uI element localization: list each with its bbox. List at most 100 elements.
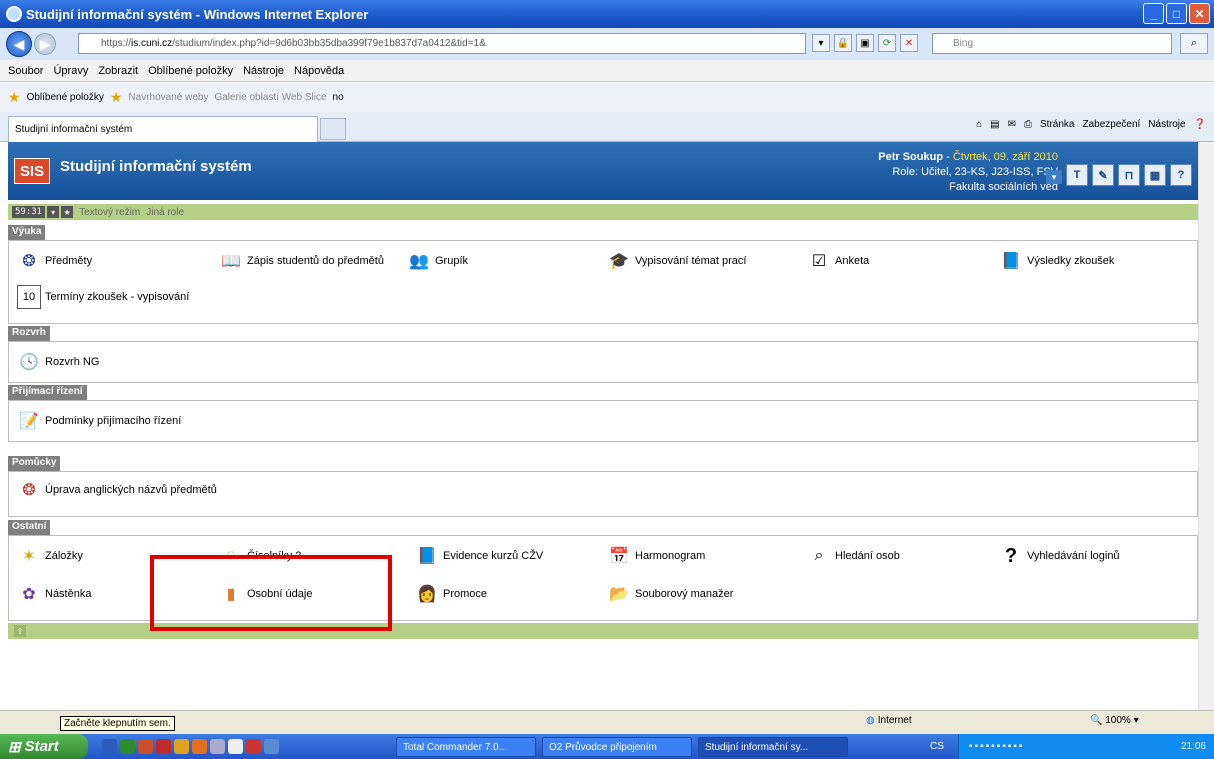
excel-icon[interactable] xyxy=(120,739,135,754)
other-role-link[interactable]: Jiná role xyxy=(146,207,184,218)
menu-view[interactable]: Zobrazit xyxy=(98,65,138,77)
collapse-icon[interactable]: ▾ xyxy=(47,206,60,218)
window-controls: _ □ ✕ xyxy=(1143,3,1210,24)
grid-icon[interactable]: ▦ xyxy=(1144,164,1166,186)
page-menu[interactable]: Stránka xyxy=(1040,119,1074,130)
link-harmonogram[interactable]: 📅 Harmonogram xyxy=(607,544,705,568)
url-field[interactable]: https://is.cuni.cz/studium/index.php?id=… xyxy=(78,33,806,54)
start-label: Start xyxy=(24,738,59,755)
user-info: Petr Soukup - Čtvrtek, 09. září 2010 Rol… xyxy=(868,150,1058,195)
task-total-commander[interactable]: Total Commander 7.0... xyxy=(396,737,536,757)
start-button[interactable]: ⊞ Start xyxy=(0,734,88,759)
link-zapis[interactable]: 📖 Zápis studentů do předmětů xyxy=(219,249,384,273)
link-vyhledavani-loginu[interactable]: ? Vyhledávání loginů xyxy=(999,544,1120,568)
task-o2[interactable]: O2 Průvodce připojením xyxy=(542,737,692,757)
link-vypisovani-temat[interactable]: 🎓 Vypisování témat prací xyxy=(607,249,746,273)
link-nastenka[interactable]: ✿ Nástěnka xyxy=(17,582,91,606)
zoom-control[interactable]: 🔍 100% ▾ xyxy=(1090,715,1139,726)
search-icon[interactable]: ⌕ xyxy=(1180,33,1208,54)
link-hledani-osob[interactable]: ⌕ Hledání osob xyxy=(807,544,900,568)
back-button[interactable]: ◀ xyxy=(6,31,32,57)
menu-tools[interactable]: Nástroje xyxy=(243,65,284,77)
link-anketa[interactable]: ☑ Anketa xyxy=(807,249,869,273)
help-icon[interactable]: ❓ xyxy=(1194,119,1206,130)
ie-quick-icon[interactable] xyxy=(264,739,279,754)
scroll-top-icon[interactable]: ⇧ xyxy=(14,625,26,637)
link-uprava-nazvu[interactable]: ❂ Úprava anglických názvů předmětů xyxy=(17,478,225,502)
firefox-icon[interactable] xyxy=(192,739,207,754)
link-grupik[interactable]: 👥 Grupík xyxy=(407,249,468,273)
link-rozvrh-ng[interactable]: 🕓 Rozvrh NG xyxy=(17,350,99,374)
link-souborovy-manazer[interactable]: 📂 Souborový manažer xyxy=(607,582,733,606)
tray-icons[interactable]: ▪▪▪▪▪▪▪▪▪▪ xyxy=(969,741,1024,752)
link-zalozky-label: Záložky xyxy=(45,550,83,562)
powerpoint-icon[interactable] xyxy=(138,739,153,754)
menu-help[interactable]: Nápověda xyxy=(294,65,344,77)
edit-icon[interactable]: ✎ xyxy=(1092,164,1114,186)
suggested-sites-link[interactable]: Navrhované weby xyxy=(128,92,208,103)
new-tab-button[interactable] xyxy=(320,118,346,140)
favorites-button[interactable]: Oblíbené položky xyxy=(27,92,104,103)
security-menu[interactable]: Zabezpečení xyxy=(1082,119,1140,130)
text-mode-icon[interactable]: T xyxy=(1066,164,1088,186)
window-titlebar: Studijní informační systém - Windows Int… xyxy=(0,0,1214,28)
link-podminky[interactable]: 📝 Podmínky přijímacího řízení xyxy=(17,409,181,433)
stop-icon[interactable]: ✕ xyxy=(900,34,918,52)
maximize-button[interactable]: □ xyxy=(1166,3,1187,24)
help-icon[interactable]: ? xyxy=(1170,164,1192,186)
dropdown-icon[interactable]: ▾ xyxy=(812,34,830,52)
zoom-label: 100% xyxy=(1105,715,1131,726)
compat-view-icon[interactable]: ▣ xyxy=(856,34,874,52)
section-prijimaci: 📝 Podmínky přijímacího řízení xyxy=(8,400,1198,442)
favorites-star-icon[interactable]: ★ xyxy=(8,89,21,106)
forward-button[interactable]: ▶ xyxy=(34,33,56,55)
link-vysledky-zkousek-label: Výsledky zkoušek xyxy=(1027,255,1115,267)
acrobat-icon[interactable] xyxy=(156,739,171,754)
link-nastenka-label: Nástěnka xyxy=(45,588,92,600)
mail-icon[interactable]: ✉ xyxy=(1008,119,1016,130)
menu-favorites[interactable]: Oblíbené položky xyxy=(148,65,233,77)
section-label-vyuka: Výuka xyxy=(8,225,46,240)
calc-icon[interactable] xyxy=(210,739,225,754)
vertical-scrollbar[interactable] xyxy=(1198,142,1214,710)
favorite-no-link[interactable]: no xyxy=(333,92,344,103)
refresh-icon[interactable]: ⟳ xyxy=(878,34,896,52)
word-icon[interactable] xyxy=(102,739,117,754)
user-role: Role: Učitel, 23-KS, J23-ISS, FSV xyxy=(892,166,1058,178)
text-mode-link[interactable]: Textový režim xyxy=(79,207,140,218)
star-burst-icon: ✶ xyxy=(22,548,36,565)
role-dropdown-icon[interactable]: ▾ xyxy=(1046,170,1062,184)
url-prefix: https:// xyxy=(101,38,132,49)
add-favorite-icon[interactable]: ★ xyxy=(110,89,123,106)
menu-edit[interactable]: Úpravy xyxy=(53,65,88,77)
link-promoce[interactable]: 👩 Promoce xyxy=(415,582,487,606)
feeds-icon[interactable]: ▤ xyxy=(990,119,999,130)
save-icon[interactable] xyxy=(228,739,243,754)
page-title: Studijní informační systém xyxy=(60,158,252,175)
print-icon[interactable]: ⎙ xyxy=(1024,119,1032,130)
link-zalozky[interactable]: ✶ Záložky xyxy=(17,544,83,568)
link-terminy-zkousek[interactable]: 10 Termíny zkoušek - vypisování xyxy=(17,285,189,309)
app-icon[interactable] xyxy=(174,739,189,754)
logout-lock-icon[interactable]: ⊓ xyxy=(1118,164,1140,186)
home-icon[interactable]: ⌂ xyxy=(976,119,982,130)
media-icon[interactable] xyxy=(246,739,261,754)
lock-icon[interactable]: 🔒 xyxy=(834,34,852,52)
sis-logo[interactable]: SIS xyxy=(14,158,50,184)
task-sis[interactable]: Studijní informační sy... xyxy=(698,737,848,757)
menu-file[interactable]: Soubor xyxy=(8,65,43,77)
session-timer: 59:31 xyxy=(12,206,46,218)
security-zone: ◍ Internet xyxy=(866,715,912,726)
language-indicator[interactable]: CS xyxy=(930,741,944,752)
search-input[interactable]: Bing xyxy=(932,33,1172,54)
web-slice-gallery-link[interactable]: Galerie oblastí Web Slice xyxy=(214,92,326,103)
link-evidence-kurzu[interactable]: 📘 Evidence kurzů CŽV xyxy=(415,544,543,568)
browser-tab[interactable]: Studijní informační systém xyxy=(8,116,318,142)
magnifier-icon: ⌕ xyxy=(814,547,824,564)
close-button[interactable]: ✕ xyxy=(1189,3,1210,24)
link-vysledky-zkousek[interactable]: 📘 Výsledky zkoušek xyxy=(999,249,1114,273)
favorite-star-icon[interactable]: ★ xyxy=(61,206,74,218)
minimize-button[interactable]: _ xyxy=(1143,3,1164,24)
link-predmety[interactable]: ❂ Předměty xyxy=(17,249,92,273)
tools-menu[interactable]: Nástroje xyxy=(1148,119,1185,130)
